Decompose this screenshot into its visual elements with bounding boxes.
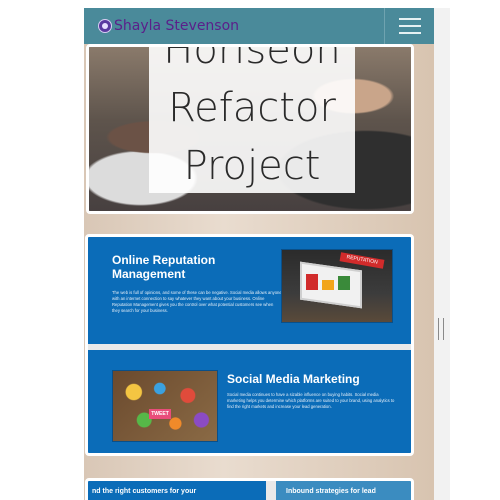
page-scrollbar-track[interactable] [434, 8, 450, 500]
menu-bar [398, 32, 421, 34]
service-card-reputation: Online Reputation Management The web is … [88, 237, 411, 344]
hero-title: Horiseon Refactor Project [149, 44, 355, 195]
chart-bar [322, 280, 334, 290]
hamburger-menu-icon[interactable] [384, 8, 434, 44]
tweet-tag: TWEET [149, 409, 171, 419]
reputation-laptop-image: REPUTATION [281, 249, 393, 323]
service-card-social-media: TWEET Social Media Marketing Social medi… [88, 350, 411, 453]
benefit-card-left: nd the right customers for your [88, 481, 266, 500]
service-description: The web is full of opinions, and some of… [112, 290, 282, 313]
reputation-ribbon: REPUTATION [339, 252, 385, 269]
social-media-image: TWEET [112, 370, 218, 442]
chart-bar [338, 276, 350, 290]
hero-title-line: Horiseon [163, 44, 341, 73]
menu-bar [398, 25, 421, 27]
brand-name: Shayla Stevenson [114, 18, 240, 34]
services-section: Online Reputation Management The web is … [85, 234, 414, 456]
benefits-section-partial: nd the right customers for your Inbound … [85, 478, 414, 500]
benefit-text: nd the right customers for your [92, 488, 197, 495]
mobile-viewport: Shayla Stevenson Horiseon Refactor Proje… [84, 8, 434, 500]
top-navbar: Shayla Stevenson [84, 8, 434, 44]
brand-link[interactable]: Shayla Stevenson [98, 18, 239, 34]
reputation-ribbon-label: REPUTATION [346, 254, 379, 266]
avatar-icon [98, 19, 112, 33]
chart-bar [306, 274, 318, 290]
service-title: Online Reputation Management [112, 253, 216, 281]
benefit-text: Inbound strategies for lead [286, 488, 376, 495]
hero-banner: Horiseon Refactor Project [86, 44, 414, 214]
hero-title-line: Refactor [168, 85, 336, 131]
service-description: Social media continues to have a sizable… [227, 392, 395, 409]
service-title: Social Media Marketing [227, 372, 360, 386]
resize-grip-icon[interactable] [438, 318, 444, 340]
hero-title-line: Project [183, 143, 321, 189]
benefit-card-right: Inbound strategies for lead [276, 481, 411, 500]
menu-bar [398, 18, 421, 20]
